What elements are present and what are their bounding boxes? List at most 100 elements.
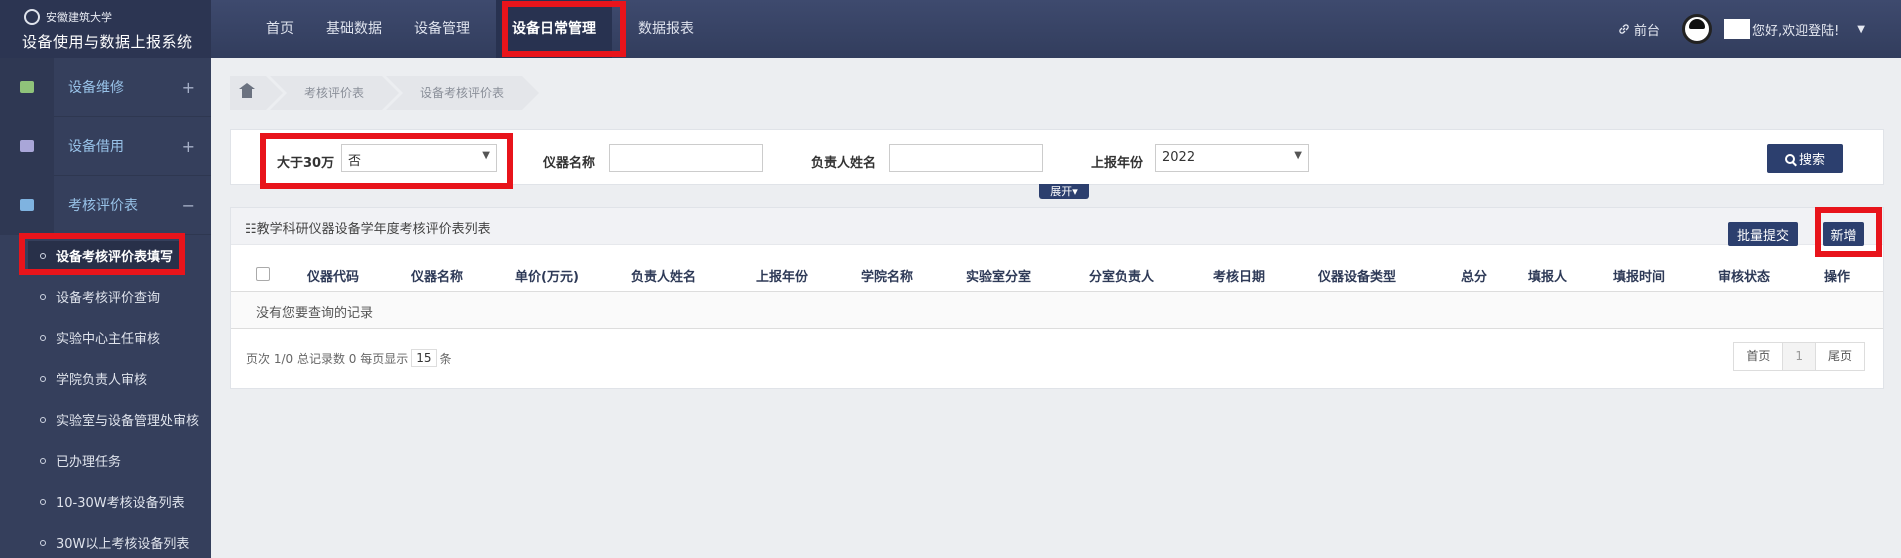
instrument-name-input[interactable] xyxy=(609,144,763,172)
nav-data-reports[interactable]: 数据报表 xyxy=(622,0,710,58)
column-header[interactable]: 学院名称 xyxy=(861,266,913,285)
expand-button[interactable]: 展开▾ xyxy=(1039,184,1089,199)
breadcrumb-home[interactable] xyxy=(230,76,287,110)
sidebar-item-30w-plus-list[interactable]: 30W以上考核设备列表 xyxy=(0,522,211,558)
over-300k-value: 否 xyxy=(348,154,362,169)
column-header[interactable]: 实验室分室 xyxy=(966,266,1031,285)
bullet-icon xyxy=(40,417,46,423)
sidebar-group-label: 考核评价表 xyxy=(68,198,138,214)
main-nav: 首页 基础数据 设备管理 设备日常管理 数据报表 xyxy=(250,0,710,58)
link-icon xyxy=(1619,24,1629,34)
chevron-down-icon: ▼ xyxy=(482,150,490,161)
sidebar-group-evaluation[interactable]: 考核评价表 − xyxy=(0,175,211,235)
bullet-icon xyxy=(40,335,46,341)
column-header[interactable]: 填报时间 xyxy=(1613,266,1665,285)
first-page-button[interactable]: 首页 xyxy=(1733,342,1784,371)
user-area: 前台 您好,欢迎登陆! ▼ xyxy=(1618,0,1865,58)
university-name: 安徽建筑大学 xyxy=(46,11,112,24)
batch-submit-button[interactable]: 批量提交 xyxy=(1728,222,1798,246)
empty-message: 没有您要查询的记录 xyxy=(256,306,374,321)
evaluation-group-icon xyxy=(20,199,34,211)
sidebar-item-completed-tasks[interactable]: 已办理任务 xyxy=(0,440,211,481)
column-header[interactable]: 仪器代码 xyxy=(307,266,359,285)
expand-button-label: 展开 xyxy=(1050,185,1073,198)
nav-device-management[interactable]: 设备管理 xyxy=(398,0,486,58)
nav-home[interactable]: 首页 xyxy=(250,0,310,58)
add-button[interactable]: 新增 xyxy=(1823,222,1864,246)
person-name-input[interactable] xyxy=(889,144,1043,172)
search-icon xyxy=(1784,153,1795,164)
user-menu-caret-icon[interactable]: ▼ xyxy=(1857,24,1865,35)
column-header[interactable]: 仪器设备类型 xyxy=(1318,266,1396,285)
university-logo: 安徽建筑大学 xyxy=(24,9,112,25)
column-header[interactable]: 操作 xyxy=(1824,266,1850,285)
report-year-select[interactable]: 2022 ▼ xyxy=(1155,144,1309,172)
column-header[interactable]: 考核日期 xyxy=(1213,266,1265,285)
table-panel: ☷教学科研仪器设备学年度考核评价表列表 批量提交 新增 仪器代码 仪器名称 单价… xyxy=(230,207,1884,389)
table-panel-header: ☷教学科研仪器设备学年度考核评价表列表 xyxy=(231,208,1883,245)
sidebar-item-label: 设备考核评价表填写 xyxy=(56,250,174,265)
expand-plus-icon: + xyxy=(181,77,195,97)
sidebar-group-label: 设备维修 xyxy=(68,80,124,96)
search-button[interactable]: 搜索 xyxy=(1767,144,1843,173)
nav-basic-data[interactable]: 基础数据 xyxy=(310,0,398,58)
person-name-label: 负责人姓名 xyxy=(811,156,877,171)
bullet-icon xyxy=(40,540,46,546)
over-300k-select[interactable]: 否 ▼ xyxy=(341,144,497,172)
column-header[interactable]: 负责人姓名 xyxy=(631,266,696,285)
system-title: 设备使用与数据上报系统 xyxy=(22,33,193,51)
column-header[interactable]: 上报年份 xyxy=(756,266,808,285)
bullet-icon xyxy=(40,458,46,464)
column-header[interactable]: 审核状态 xyxy=(1718,266,1770,285)
table-row: 没有您要查询的记录 xyxy=(231,292,1883,329)
sidebar-group-repair[interactable]: 设备维修 + xyxy=(0,57,211,117)
sidebar-item-label: 已办理任务 xyxy=(56,455,122,470)
sidebar-item-center-director-review[interactable]: 实验中心主任审核 xyxy=(0,317,211,358)
front-link[interactable]: 前台 xyxy=(1618,20,1660,39)
search-panel: 大于30万 否 ▼ 仪器名称 负责人姓名 上报年份 2022 ▼ 搜索 xyxy=(230,129,1884,185)
top-navbar: 安徽建筑大学 设备使用与数据上报系统 首页 基础数据 设备管理 设备日常管理 数… xyxy=(0,0,1901,58)
table-title: ☷教学科研仪器设备学年度考核评价表列表 xyxy=(245,222,491,237)
pager-info: 页次 1/0 总记录数 0 每页显示 15 条 xyxy=(246,349,452,367)
sidebar-item-label: 实验室与设备管理处审核 xyxy=(56,414,200,429)
breadcrumb: 考核评价表 设备考核评价表 xyxy=(230,76,544,110)
sidebar-item-college-review[interactable]: 学院负责人审核 xyxy=(0,358,211,399)
sidebar-item-label: 实验中心主任审核 xyxy=(56,332,161,347)
sidebar-item-label: 学院负责人审核 xyxy=(56,373,148,388)
sidebar-item-10-30w-list[interactable]: 10-30W考核设备列表 xyxy=(0,481,211,522)
sidebar-group-borrow[interactable]: 设备借用 + xyxy=(0,116,211,176)
last-page-button[interactable]: 尾页 xyxy=(1814,342,1865,371)
column-header[interactable]: 总分 xyxy=(1461,266,1487,285)
page-size-input[interactable]: 15 xyxy=(411,349,437,367)
sidebar-item-evaluation-query[interactable]: 设备考核评价查询 xyxy=(0,276,211,317)
sidebar: 设备维修 + 设备借用 + 考核评价表 − 设备考核评价表填写 设备考核评价查询… xyxy=(0,57,211,558)
bullet-icon xyxy=(40,294,46,300)
column-header[interactable]: 填报人 xyxy=(1528,266,1567,285)
nav-daily-device-management[interactable]: 设备日常管理 xyxy=(496,0,612,58)
search-button-label: 搜索 xyxy=(1798,152,1825,167)
front-link-label: 前台 xyxy=(1633,23,1660,39)
over-300k-label: 大于30万 xyxy=(277,156,335,171)
sidebar-group-label: 设备借用 xyxy=(68,139,124,155)
table-header-row: 仪器代码 仪器名称 单价(万元) 负责人姓名 上报年份 学院名称 实验室分室 分… xyxy=(231,258,1883,292)
sidebar-item-label: 30W以上考核设备列表 xyxy=(56,537,190,552)
chevron-down-icon: ▼ xyxy=(1294,150,1302,161)
avatar[interactable] xyxy=(1681,14,1712,44)
select-all-checkbox[interactable] xyxy=(256,267,270,281)
instrument-name-label: 仪器名称 xyxy=(543,156,596,171)
breadcrumb-item[interactable]: 设备考核评价表 xyxy=(386,76,544,110)
report-year-label: 上报年份 xyxy=(1091,156,1144,171)
column-header[interactable]: 分室负责人 xyxy=(1089,266,1154,285)
column-header[interactable]: 仪器名称 xyxy=(411,266,463,285)
caret-down-icon: ▾ xyxy=(1072,185,1078,198)
welcome-text: 您好,欢迎登陆! xyxy=(1751,23,1840,39)
current-page-button[interactable]: 1 xyxy=(1782,342,1816,371)
column-header[interactable]: 单价(万元) xyxy=(515,266,579,285)
sidebar-item-lab-office-review[interactable]: 实验室与设备管理处审核 xyxy=(0,399,211,440)
university-seal-icon xyxy=(24,9,40,25)
repair-group-icon xyxy=(20,81,34,93)
list-icon: ☷ xyxy=(245,222,257,237)
sidebar-item-evaluation-fill[interactable]: 设备考核评价表填写 xyxy=(0,235,211,276)
expand-plus-icon: + xyxy=(181,136,195,156)
borrow-group-icon xyxy=(20,140,34,152)
